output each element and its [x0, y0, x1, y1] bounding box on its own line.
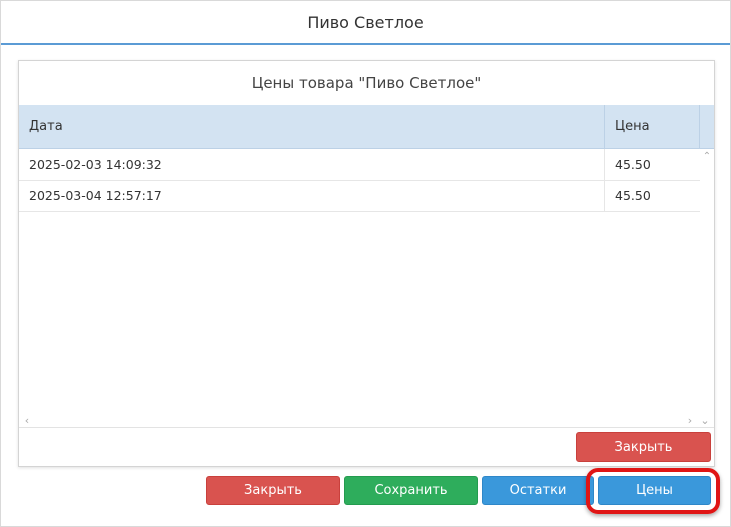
- grid-header: Дата Цена: [19, 105, 714, 149]
- table-row[interactable]: 2025-02-03 14:09:32 45.50: [19, 149, 700, 181]
- panel-title: Цены товара "Пиво Светлое": [251, 74, 482, 92]
- save-button[interactable]: Сохранить: [344, 476, 478, 505]
- chevron-right-icon[interactable]: ›: [684, 413, 696, 427]
- table-cell-date: 2025-03-04 12:57:17: [19, 180, 605, 211]
- panel-close-button[interactable]: Закрыть: [576, 432, 711, 462]
- chevron-left-icon[interactable]: ‹: [21, 413, 33, 427]
- table-cell-price: 45.50: [615, 188, 651, 203]
- window-title: Пиво Светлое: [1, 1, 730, 45]
- stock-button[interactable]: Остатки: [482, 476, 594, 505]
- table-cell-price: 45.50: [615, 157, 651, 172]
- grid-body: 2025-02-03 14:09:32 45.50 2025-03-04 12:…: [19, 149, 714, 411]
- prices-panel: Цены товара "Пиво Светлое" Дата Цена 202…: [18, 60, 715, 467]
- highlight-annotation: [586, 468, 720, 514]
- chevron-up-icon[interactable]: ⌃: [700, 149, 714, 163]
- horizontal-scrollbar[interactable]: ‹ › ⌄: [19, 413, 714, 428]
- column-header-date[interactable]: Дата: [19, 105, 605, 148]
- close-button[interactable]: Закрыть: [206, 476, 340, 505]
- product-window: Пиво Светлое Цены товара "Пиво Светлое" …: [0, 0, 731, 527]
- column-header-price[interactable]: Цена: [605, 105, 700, 148]
- table-cell-date: 2025-02-03 14:09:32: [19, 149, 605, 180]
- table-row[interactable]: 2025-03-04 12:57:17 45.50: [19, 180, 700, 212]
- chevron-down-icon[interactable]: ⌄: [699, 413, 711, 427]
